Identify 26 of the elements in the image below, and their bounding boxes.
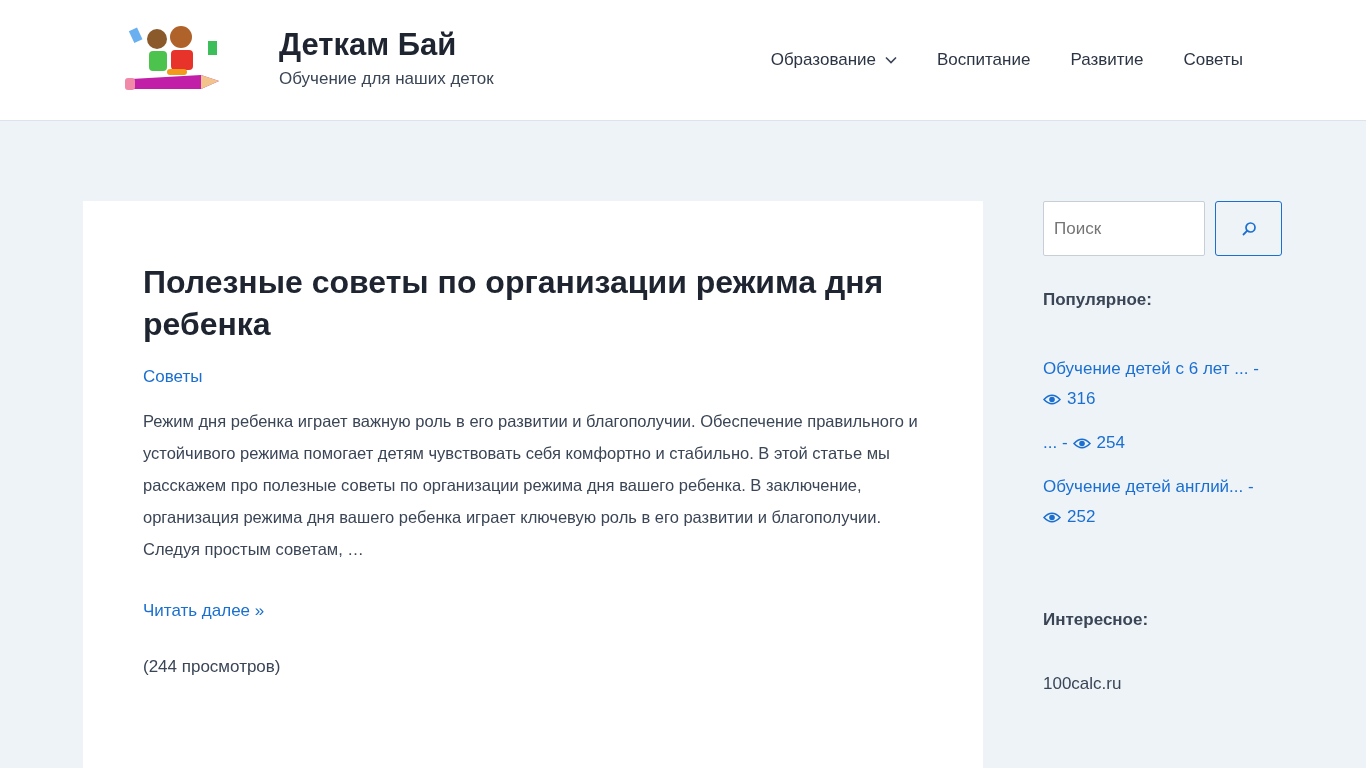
view-count: (244 просмотров) [143,657,282,677]
article-title[interactable]: Полезные советы по организации режима дня ребенка [143,261,923,345]
interesting-text: 100calc.ru [1043,674,1123,694]
interesting-heading: Интересное: [1043,610,1150,630]
popular-post-link[interactable]: ... - [1043,428,1068,458]
popular-post-link[interactable]: Обучение детей с 6 лет ... - [1043,354,1259,384]
category-link[interactable]: Советы [143,367,923,387]
popular-view-count: 254 [1096,432,1125,454]
search-icon [1240,220,1257,237]
popular-post-link[interactable]: Обучение детей англий... - [1043,472,1254,502]
article-excerpt: Режим дня ребенка играет важную роль в его развитии и благополучии. Обеспечение правильного и устойчивого режима помогает детям чувствовать себя комфортно и стабильно. В этой статье мы расскажем про полезные советы по организации режима дня вашего ребенка. В заключение, организация режима дня вашего ребенка играет ключевую роль в его развитии и благополучии. Следуя простым советам, … [143,411,919,560]
site-title[interactable]: Деткам Бай [279,27,494,63]
popular-view-count: 252 [1067,506,1096,528]
nav-link[interactable]: Воспитание [937,50,1031,70]
eye-icon [1043,393,1061,405]
search-field[interactable]: Поиск [1043,201,1205,256]
eye-icon [1043,511,1061,523]
eye-icon [1072,437,1091,449]
nav-link[interactable]: Образование [770,50,898,70]
read-more-link[interactable]: Читать далее » [143,601,923,621]
popular-heading: Популярное: [1043,290,1153,310]
nav-link[interactable]: Советы [1183,50,1243,70]
nav-link[interactable]: Развитие [1070,50,1144,70]
popular-view-count: 316 [1067,388,1096,410]
site-tagline: Обучение для наших деток [279,69,494,89]
search-button[interactable] [1215,201,1282,256]
